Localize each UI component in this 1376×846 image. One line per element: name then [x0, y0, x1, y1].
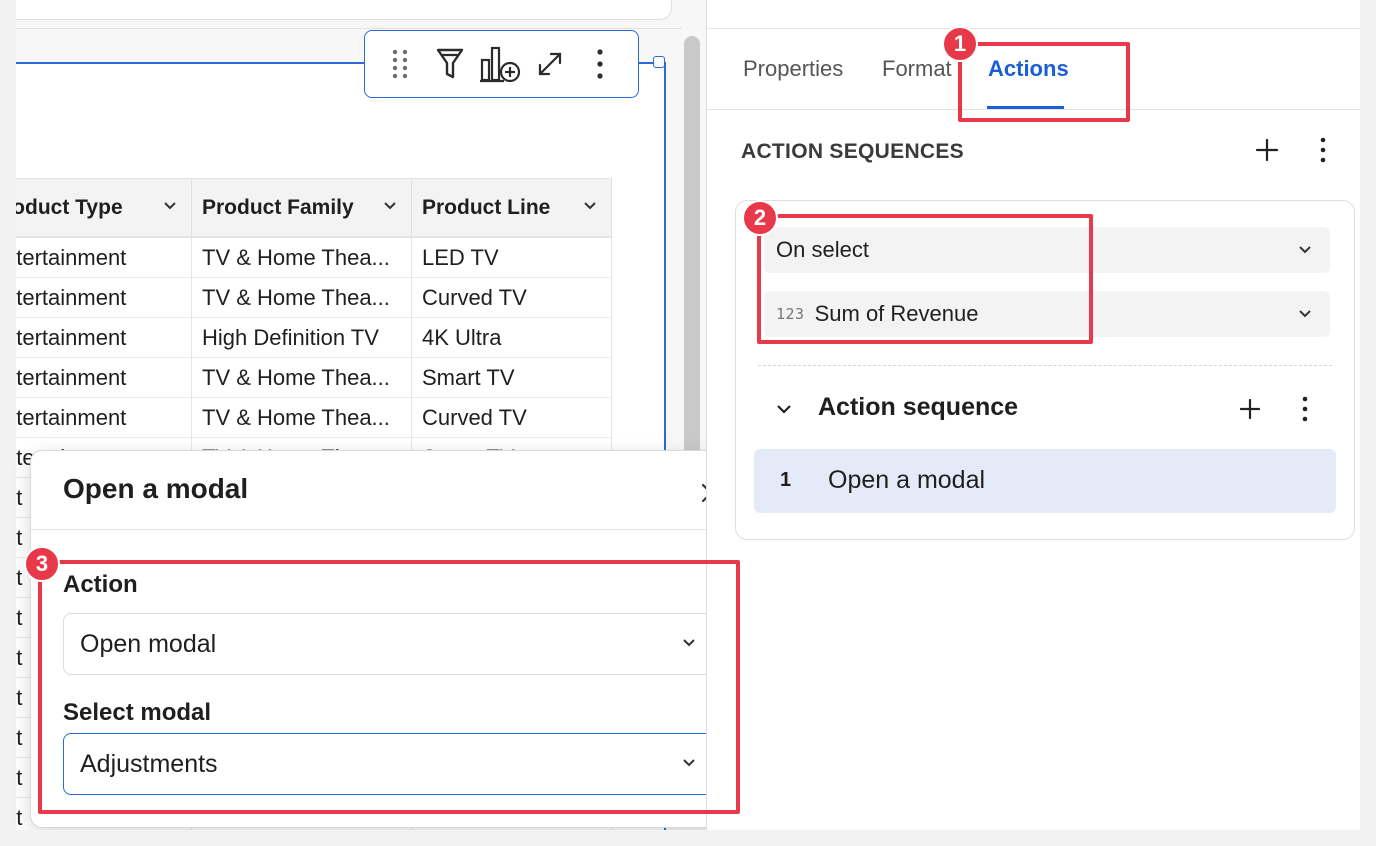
frame-bottom [0, 830, 1376, 846]
table-row[interactable]: ntertainmentTV & Home Thea...Smart TV [16, 358, 612, 398]
more-vertical-icon[interactable] [1305, 132, 1341, 168]
chevron-down-icon[interactable] [383, 201, 397, 211]
more-vertical-icon[interactable] [575, 39, 625, 89]
action-label: Action [63, 571, 138, 598]
open-modal-dialog: Open a modal Action Open modal Select mo… [30, 450, 750, 828]
table-cell[interactable]: TV & Home Thea... [192, 278, 412, 317]
select-modal-value: Adjustments [80, 749, 218, 778]
modal-title: Open a modal [63, 473, 249, 504]
action-select-value: Open modal [80, 629, 217, 658]
canvas-top-bar [16, 0, 672, 20]
chevron-down-icon [683, 639, 695, 647]
callout-badge-1: 1 [942, 26, 978, 62]
select-modal-dropdown[interactable]: Adjustments [63, 733, 719, 795]
trigger-select[interactable]: On select [764, 227, 1330, 273]
column-header-product-family[interactable]: Product Family [192, 179, 412, 236]
table-cell[interactable]: TV & Home Thea... [192, 238, 412, 277]
table-cell[interactable]: ntertainment [16, 238, 192, 277]
table-cell[interactable]: High Definition TV [192, 318, 412, 357]
table-row[interactable]: ntertainment TV & Home Thea... Curved TV [16, 398, 612, 438]
properties-panel: Properties Format Actions ACTION SEQUENC… [706, 0, 1361, 830]
panel-tabs: Properties Format Actions [707, 30, 1361, 110]
table-cell[interactable]: ntertainment [16, 358, 192, 397]
column-select-value: Sum of Revenue [814, 301, 979, 326]
section-title-action-sequences: ACTION SEQUENCES [741, 140, 964, 163]
table-cell[interactable]: LED TV [412, 238, 612, 277]
filter-icon[interactable] [425, 39, 475, 89]
chevron-down-icon[interactable] [766, 391, 802, 427]
panel-top-divider [707, 28, 1361, 29]
table-cell[interactable]: TV & Home Thea... [192, 398, 412, 437]
trigger-select-value: On select [776, 237, 869, 262]
table-cell[interactable]: ntertainment [16, 318, 192, 357]
action-sequence-card: On select 123 Sum of Revenue Action sequ… [735, 200, 1355, 540]
table-row[interactable]: ntertainment TV & Home Thea... Curved TV [16, 278, 612, 318]
frame-right [1360, 0, 1376, 846]
table-cell[interactable]: 4K Ultra [412, 318, 612, 357]
table-cell[interactable]: Curved TV [412, 398, 612, 437]
table-cell[interactable]: ntertainment [16, 278, 192, 317]
chevron-down-icon[interactable] [583, 201, 597, 211]
table-cell[interactable]: ntertainment [16, 398, 192, 437]
callout-badge-2: 2 [742, 200, 778, 236]
add-icon[interactable] [1249, 132, 1285, 168]
select-modal-label: Select modal [63, 699, 212, 726]
table-cell[interactable]: Smart TV [412, 358, 612, 397]
tab-format[interactable]: Format [882, 56, 952, 82]
dashed-divider [758, 365, 1332, 366]
more-vertical-icon[interactable] [1287, 391, 1323, 427]
number-type-icon: 123 [776, 305, 805, 323]
element-toolbar [364, 30, 639, 98]
table-row[interactable]: ntertainment TV & Home Thea... LED TV [16, 238, 612, 278]
action-step-label: Open a modal [828, 466, 986, 494]
canvas-divider [16, 28, 706, 29]
table-header: roduct Type Product Family Product Line [16, 178, 612, 238]
expand-icon[interactable] [525, 39, 575, 89]
action-step-number: 1 [780, 469, 792, 491]
column-header-product-type[interactable]: roduct Type [16, 179, 192, 236]
drag-handle-icon[interactable] [375, 39, 425, 89]
action-select[interactable]: Open modal [63, 613, 719, 675]
action-sequence-item[interactable]: 1 Open a modal [754, 449, 1336, 513]
active-tab-indicator [987, 106, 1064, 109]
add-chart-icon[interactable] [475, 39, 525, 89]
tab-properties[interactable]: Properties [743, 56, 843, 82]
callout-badge-3: 3 [24, 546, 60, 582]
chevron-down-icon [1299, 310, 1311, 318]
chevron-down-icon [1299, 246, 1311, 254]
modal-divider [31, 529, 749, 530]
chevron-down-icon[interactable] [163, 201, 177, 211]
table-row[interactable]: ntertainment High Definition TV 4K Ultra [16, 318, 612, 358]
action-sequence-title: Action sequence [818, 393, 1019, 421]
table-cell[interactable]: TV & Home Thea... [192, 358, 412, 397]
frame-left [0, 0, 16, 846]
workbook-editor: roduct Type Product Family Product Line … [0, 0, 1376, 846]
add-icon[interactable] [1232, 391, 1268, 427]
resize-handle[interactable] [653, 56, 665, 68]
table-cell[interactable]: Curved TV [412, 278, 612, 317]
tab-actions[interactable]: Actions [988, 56, 1069, 82]
chevron-down-icon [683, 759, 695, 767]
column-select[interactable]: 123 Sum of Revenue [764, 291, 1330, 337]
column-header-product-line[interactable]: Product Line [412, 179, 612, 236]
